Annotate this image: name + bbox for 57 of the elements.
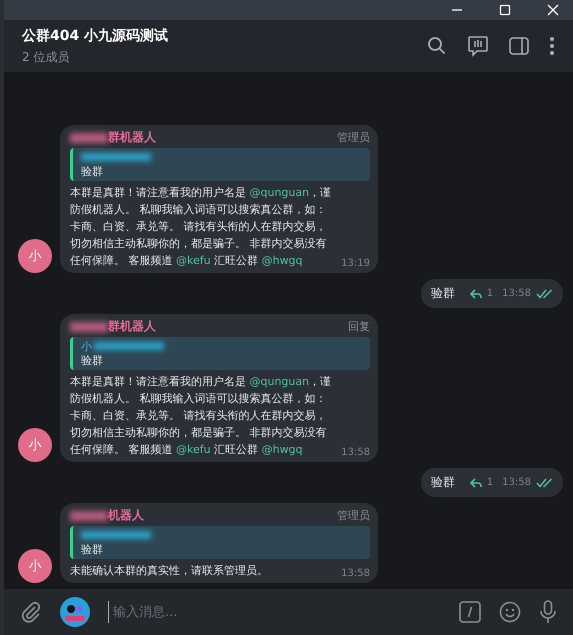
message-text: 验群 [430,285,455,302]
microphone-icon[interactable] [539,600,557,624]
message-text: 验群 [430,474,455,491]
message-time: 13:58 [341,568,370,579]
sender-tag: 管理员 [337,508,370,523]
redaction-blur [81,153,151,161]
maximize-icon[interactable] [499,4,511,16]
quote-text: 验群 [81,353,104,368]
chat-bubble-icon[interactable] [467,35,489,57]
redaction-blur [70,132,108,142]
message-time: 13:58 [341,447,370,458]
redaction-blur [70,322,108,332]
reply-quote[interactable]: 验群 [70,526,370,559]
redaction-blur [70,510,108,520]
composer-bar[interactable]: 输入消息... [4,589,573,635]
more-icon[interactable] [549,36,555,56]
sender-tag: 回复 [348,319,370,334]
avatar[interactable]: 小 [18,549,52,583]
command-icon[interactable] [459,601,481,623]
reply-quote[interactable]: 小 验群 [70,337,370,370]
mention-link[interactable]: @hwgq [262,443,303,456]
reply-count[interactable]: 1 [486,477,494,488]
paperclip-icon[interactable] [20,601,42,623]
message-text: 本群是真群！请注意看我的用户名是 @qunguan，谨防假机器人。 私聊我输入词语可以搜索真公群，如：卡商、白资、承兑等。 请找有头衔的人在群内交易，切勿相信主动私聊你的，都是骗子。 非群内交易没有任何保障。 客服频道 @kefu 汇旺公群 @hwgq [70,185,332,269]
avatar[interactable]: 小 [18,428,52,462]
message-text: 未能确认本群的真实性，请联系管理员。 [70,563,269,579]
reply-arrow-icon [470,288,482,298]
quote-text: 验群 [81,542,104,557]
member-count: 2 位成员 [22,48,70,66]
message-time: 13:58 [502,288,531,299]
emoji-icon[interactable] [499,601,521,623]
message-time: 13:58 [502,477,531,488]
message-input[interactable]: 输入消息... [108,601,441,623]
chat-title: 公群404 小九源码测试 [22,26,170,44]
quote-author: 小 [81,338,92,354]
sender-name[interactable]: 机器人 [108,507,144,524]
mention-link[interactable]: @kefu [176,254,211,267]
sender-tag: 管理员 [337,130,370,145]
redaction-blur [81,531,151,539]
sender-name[interactable]: 群机器人 [108,318,156,335]
message-text: 本群是真群！请注意看我的用户名是 @qunguan，谨防假机器人。 私聊我输入词语可以搜索真公群，如：卡商、白资、承兑等。 请找有头衔的人在群内交易，切勿相信主动私聊你的，都是骗子。 非群内交易没有任何保障。 客服频道 @kefu 汇旺公群 @hwgq [70,374,332,458]
sidebar-toggle-icon[interactable] [509,37,529,55]
mention-link[interactable]: @qunguan [250,186,310,199]
sender-avatar-icon[interactable] [60,597,90,627]
search-icon[interactable] [427,36,447,56]
avatar[interactable]: 小 [18,239,52,273]
message-time: 13:19 [341,258,370,269]
redaction-blur [94,342,164,350]
mention-link[interactable]: @hwgq [262,254,303,267]
reply-count[interactable]: 1 [486,288,494,299]
reply-arrow-icon [470,478,482,488]
reply-quote[interactable]: 验群 [70,148,370,181]
mention-link[interactable]: @kefu [176,443,211,456]
quote-text: 验群 [81,164,104,179]
mention-link[interactable]: @qunguan [250,375,310,388]
sender-name[interactable]: 群机器人 [108,129,156,146]
close-icon[interactable] [547,4,559,16]
